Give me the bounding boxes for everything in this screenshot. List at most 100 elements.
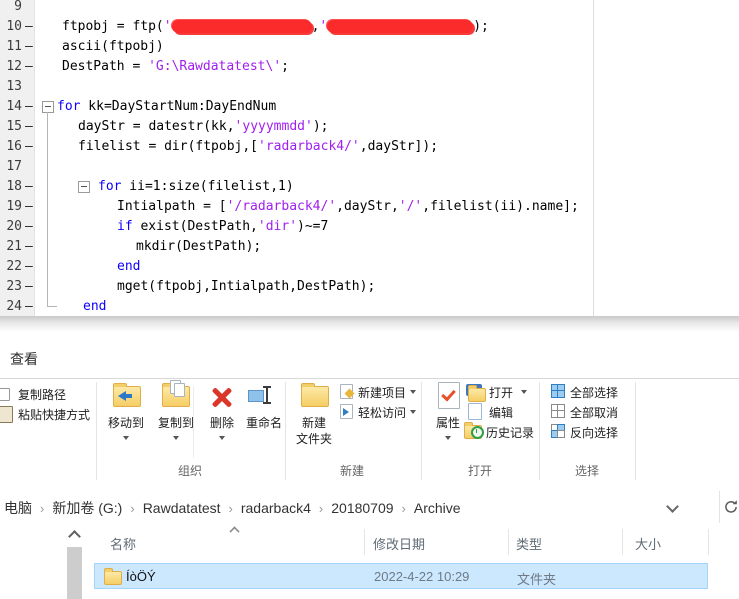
editor-bottom-cutoff — [0, 316, 739, 332]
copy-path-icon — [0, 388, 10, 401]
code-text: filelist = dir(ftpobj,['radarback4/',day… — [78, 137, 438, 157]
file-date-modified: 2022-4-22 10:29 — [374, 569, 469, 584]
breadcrumb-chevron-icon[interactable]: › — [40, 501, 44, 516]
executable-line-dash[interactable]: – — [25, 97, 33, 117]
invert-selection-icon — [551, 424, 565, 438]
line-number: 11 — [0, 37, 22, 57]
executable-line-dash[interactable]: – — [25, 237, 33, 257]
executable-line-dash[interactable]: – — [25, 277, 33, 297]
code-line: 13 — [0, 77, 739, 97]
code-area[interactable]: 910–ftpobj = ftp(',');11–ascii(ftpobj)12… — [0, 0, 739, 318]
address-dropdown-icon[interactable] — [666, 500, 679, 513]
tab-view[interactable]: 查看 — [10, 349, 38, 369]
executable-line-dash[interactable]: – — [25, 197, 33, 217]
dropdown-arrow-icon — [410, 410, 416, 414]
code-text: end — [117, 257, 140, 277]
line-number: 17 — [0, 157, 22, 177]
code-line: 14– for kk=DayStartNum:DayEndNum — [0, 97, 739, 117]
address-bar: 电脑 › 新加卷 (G:) › Rawdatatest › radarback4 › 20180… — [0, 489, 739, 526]
address-separator — [719, 491, 720, 523]
executable-line-dash[interactable]: – — [25, 17, 33, 37]
breadcrumb-item[interactable]: Archive — [414, 500, 461, 516]
line-number: 16 — [0, 137, 22, 157]
column-header[interactable]: 大小 — [635, 534, 661, 553]
code-text: if exist(DestPath,'dir')~=7 — [117, 217, 328, 237]
code-line: 20– if exist(DestPath,'dir')~=7 — [0, 217, 739, 237]
move-to-icon — [113, 386, 141, 407]
column-separator[interactable] — [708, 529, 709, 555]
breadcrumb-chevron-icon[interactable]: › — [229, 501, 233, 516]
breadcrumb-chevron-icon[interactable]: › — [319, 501, 323, 516]
line-number: 23 — [0, 277, 22, 297]
column-separator[interactable] — [622, 529, 623, 555]
breadcrumb-item[interactable]: 新加卷 (G:) — [52, 500, 122, 516]
nav-pane-scrollbar[interactable] — [66, 527, 83, 599]
breadcrumb: 电脑 › 新加卷 (G:) › Rawdatatest › radarback4 › 20180… — [2, 498, 463, 518]
code-line: 11–ascii(ftpobj) — [0, 37, 739, 57]
executable-line-dash[interactable]: – — [25, 177, 33, 197]
line-number: 21 — [0, 237, 22, 257]
dropdown-arrow-icon — [521, 390, 527, 394]
breadcrumb-item[interactable]: Rawdatatest — [143, 500, 221, 516]
executable-line-dash[interactable]: – — [25, 137, 33, 157]
breadcrumb-item[interactable]: 20180709 — [331, 500, 393, 516]
code-line: 9 — [0, 0, 739, 17]
fold-toggle[interactable] — [42, 101, 54, 113]
code-text: for ii=1:size(filelist,1) — [98, 177, 294, 197]
code-text: mkdir(DestPath); — [136, 237, 261, 257]
fold-toggle[interactable] — [78, 181, 90, 193]
breadcrumb-item[interactable]: 电脑 — [4, 500, 32, 516]
delete-icon — [209, 384, 235, 410]
code-line: 17 — [0, 157, 739, 177]
code-line: 15–dayStr = datestr(kk,'yyyymmdd'); — [0, 117, 739, 137]
code-text: Intialpath = ['/radarback4/',dayStr,'/',… — [117, 197, 579, 217]
breadcrumb-chevron-icon[interactable]: › — [130, 501, 134, 516]
paste-shortcut-button[interactable]: 粘贴快捷方式 — [18, 406, 90, 423]
dropdown-arrow-icon — [445, 436, 451, 440]
select-none-icon — [551, 404, 565, 418]
dropdown-arrow-icon — [410, 390, 416, 394]
executable-line-dash[interactable]: – — [25, 257, 33, 277]
executable-line-dash[interactable]: – — [25, 217, 33, 237]
line-number: 15 — [0, 117, 22, 137]
column-separator[interactable] — [508, 529, 509, 555]
code-line: 22–end — [0, 257, 739, 277]
group-label-organize: 组织 — [155, 462, 225, 479]
scrollbar-thumb[interactable] — [67, 547, 82, 599]
line-number: 20 — [0, 217, 22, 237]
column-header[interactable]: 修改日期 — [373, 534, 425, 553]
dropdown-arrow-icon — [219, 436, 225, 440]
column-separator[interactable] — [364, 529, 365, 555]
explorer-ribbon: 查看 复制路径 粘贴快捷方式 移动到 复制到 — [0, 340, 739, 490]
line-number: 14 — [0, 97, 22, 117]
group-separator — [421, 382, 422, 480]
breadcrumb-item[interactable]: radarback4 — [241, 500, 311, 516]
refresh-icon[interactable] — [723, 499, 739, 520]
scroll-up-icon[interactable] — [68, 530, 81, 543]
new-folder-icon — [301, 386, 329, 407]
breadcrumb-chevron-icon[interactable]: › — [402, 501, 406, 516]
screenshot-root: 910–ftpobj = ftp(',');11–ascii(ftpobj)12… — [0, 0, 739, 599]
executable-line-dash[interactable]: – — [25, 37, 33, 57]
executable-line-dash[interactable]: – — [25, 297, 33, 317]
code-line: 23–mget(ftpobj,Intialpath,DestPath); — [0, 277, 739, 297]
code-line: 16– filelist = dir(ftpobj,['radarback4/',… — [0, 137, 739, 157]
copy-path-button[interactable]: 复制路径 — [18, 386, 66, 403]
select-all-icon — [551, 384, 565, 398]
folder-icon — [104, 571, 122, 585]
editor-margin-guide — [593, 0, 594, 316]
code-line: 12–DestPath = 'G:\Rawdatatest\'; — [0, 57, 739, 77]
code-text: for kk=DayStartNum:DayEndNum — [57, 97, 276, 117]
column-header[interactable]: 名称 — [110, 534, 136, 553]
column-header[interactable]: 类型 — [516, 534, 542, 553]
code-text: DestPath = 'G:\Rawdatatest\'; — [62, 57, 289, 77]
redaction-scribble — [172, 20, 312, 33]
code-fold-guide — [47, 112, 48, 306]
executable-line-dash[interactable]: – — [25, 57, 33, 77]
file-row-selected[interactable]: ÍòÖÝ 2022-4-22 10:29 文件夹 — [94, 563, 708, 589]
file-name: ÍòÖÝ — [126, 569, 156, 584]
executable-line-dash[interactable]: – — [25, 117, 33, 137]
rename-icon — [248, 390, 264, 402]
line-number: 10 — [0, 17, 22, 37]
code-line: 10–ftpobj = ftp(','); — [0, 17, 739, 37]
